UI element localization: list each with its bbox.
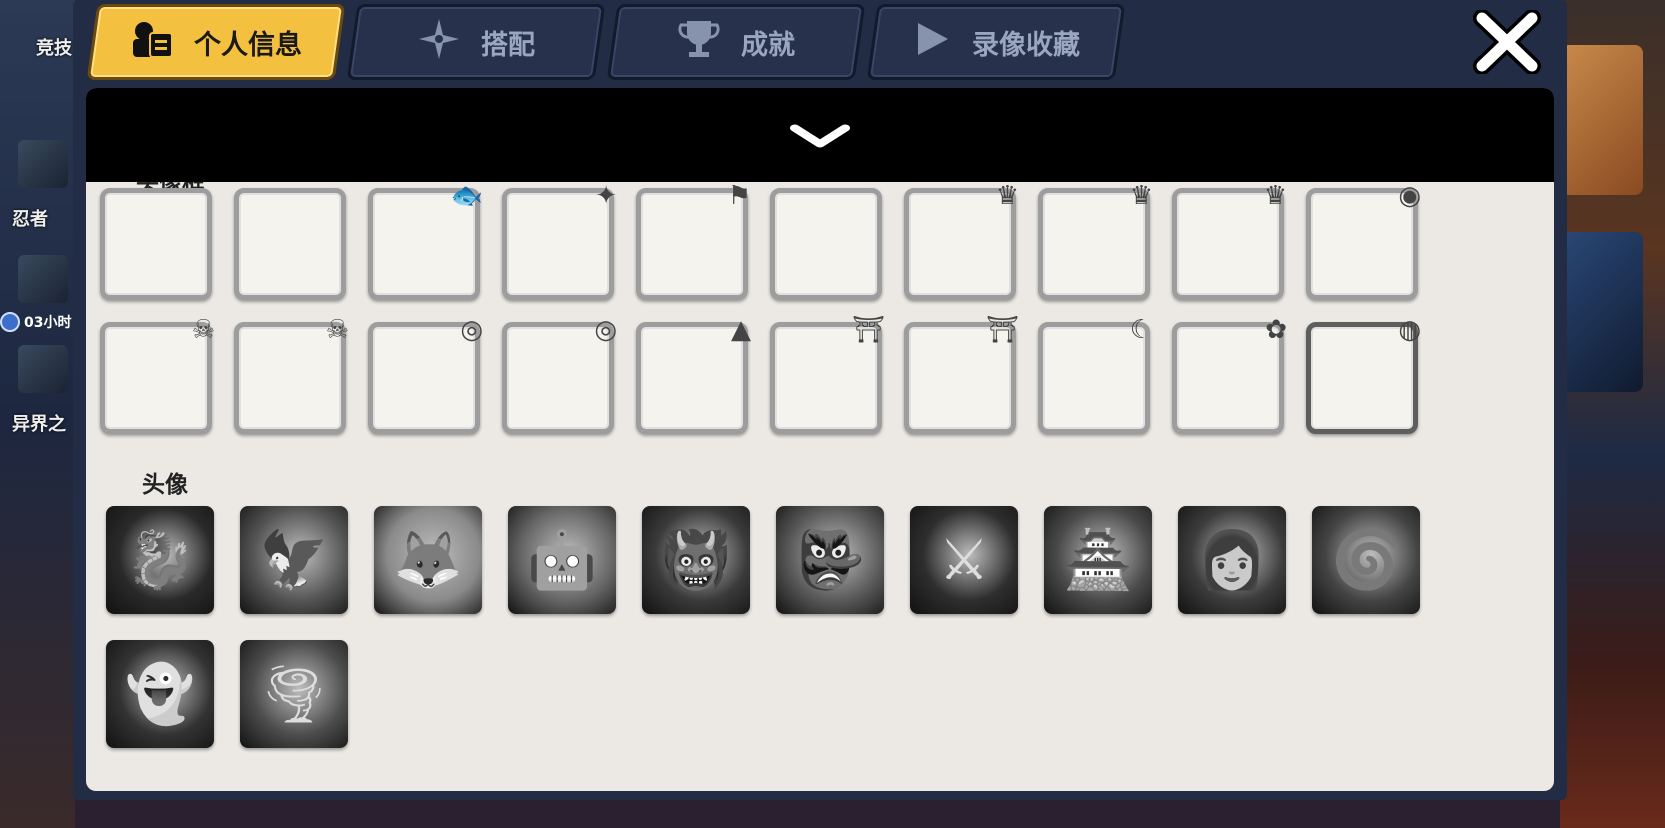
- avatar-item[interactable]: 👺: [776, 506, 884, 614]
- chevron-down-icon: [786, 110, 853, 161]
- avatar-frame-item[interactable]: [770, 188, 882, 300]
- avatar-frame-item[interactable]: ☾: [1038, 317, 1153, 434]
- avatar-item[interactable]: 🌀: [1312, 506, 1420, 614]
- avatar-item[interactable]: 🏯: [1044, 506, 1152, 614]
- avatar-frame-item[interactable]: ◎: [368, 317, 483, 434]
- shuriken-icon: [417, 17, 461, 67]
- collapse-bar[interactable]: [86, 88, 1554, 182]
- crown-wings-icon: ♛: [1129, 181, 1153, 211]
- avatar-item[interactable]: 🦊: [374, 506, 482, 614]
- avatar-frame-item[interactable]: ♛: [1172, 183, 1287, 300]
- spirit-icon: 👻: [125, 662, 195, 727]
- eagle-icon: 🦅: [259, 528, 329, 593]
- avatar-frame-item[interactable]: ♛: [904, 183, 1019, 300]
- tab-background: [606, 4, 866, 80]
- avatar-frame-item[interactable]: ☠: [100, 317, 215, 434]
- avatar-frame-item[interactable]: ⚑: [636, 183, 751, 300]
- avatar-item[interactable]: 🌪: [240, 640, 348, 748]
- avatar-item[interactable]: 👹: [642, 506, 750, 614]
- clock-icon: [0, 312, 20, 332]
- person-icon: [130, 19, 174, 65]
- avatar-item[interactable]: 👩: [1178, 506, 1286, 614]
- ninja-girl-icon: 👩: [1197, 528, 1267, 593]
- crown-icon: ♛: [995, 181, 1019, 211]
- shadow-swirl-icon: 🌀: [1331, 528, 1401, 593]
- avatar-item[interactable]: 👻: [106, 640, 214, 748]
- avatar-frame-item[interactable]: ▲: [636, 317, 751, 434]
- tab-label: 成就: [741, 29, 795, 61]
- skull-claw-icon: ☠: [191, 315, 215, 345]
- tab-achievements[interactable]: 成就: [606, 4, 866, 80]
- pumpkin-lollipop-icon: ◍: [1398, 315, 1421, 345]
- avatar-item[interactable]: 🐉: [106, 506, 214, 614]
- dragon-icon: 🐉: [125, 528, 195, 593]
- pagoda-icon: ⛩: [985, 315, 1019, 345]
- tomoe-sign-icon: ◎: [460, 315, 483, 345]
- bg-timer: 03小时: [0, 312, 71, 332]
- tab-replays[interactable]: 录像收藏: [866, 4, 1126, 80]
- tab-label: 录像收藏: [972, 29, 1080, 61]
- avatar-frame-item[interactable]: ✦: [502, 183, 617, 300]
- crown-wings-icon: ♛: [1263, 181, 1287, 211]
- avatar-frame-item[interactable]: ◍: [1306, 317, 1421, 434]
- avatar-frame-item[interactable]: ◎: [502, 317, 617, 434]
- section-label-avatars: 头像: [142, 472, 188, 498]
- close-icon[interactable]: [1467, 6, 1547, 76]
- robot-icon: 🤖: [527, 528, 597, 593]
- bg-label-arena: 竞技: [36, 38, 72, 59]
- flag-icon: ⚑: [727, 181, 751, 211]
- moon-pagoda-icon: ☾: [1129, 315, 1153, 345]
- skull-icon: ☠: [325, 315, 349, 345]
- avatar-item[interactable]: 🦅: [240, 506, 348, 614]
- tab-label: 个人信息: [194, 29, 302, 61]
- avatar-item[interactable]: 🤖: [508, 506, 616, 614]
- avatar-frame-item[interactable]: ◉: [1306, 183, 1421, 300]
- pagoda-icon: ⛩: [851, 315, 885, 345]
- samurai-robot-icon: 🏯: [1063, 528, 1133, 593]
- fox-mask-icon: 🦊: [393, 528, 463, 593]
- eye-claw-icon: ◉: [1398, 181, 1421, 211]
- avatar-frame-item[interactable]: ⛩: [770, 317, 885, 434]
- play-icon: [912, 19, 952, 65]
- avatar-frame-item[interactable]: ⛩: [904, 317, 1019, 434]
- avatar-item[interactable]: ⚔: [910, 506, 1018, 614]
- bg-ninja-thumb: [18, 140, 68, 188]
- armored-demon-icon: 👺: [795, 528, 865, 593]
- spikes-icon: ▲: [731, 315, 751, 345]
- flower-icon: ✿: [1265, 315, 1287, 345]
- shuriken-flags-icon: ✦: [595, 181, 617, 211]
- shadow-beast-icon: 👹: [661, 528, 731, 593]
- bg-label-otherworld: 异界之: [12, 414, 66, 435]
- avatar-frame-item[interactable]: ♛: [1038, 183, 1153, 300]
- spirit-storm-icon: 🌪: [258, 662, 330, 727]
- bg-label-ninja: 忍者: [12, 209, 48, 230]
- avatar-frame-item[interactable]: ☠: [234, 317, 349, 434]
- bg-event-card: [1561, 45, 1643, 195]
- tab-label: 搭配: [481, 29, 535, 61]
- avatar-frame-item[interactable]: 🐟: [368, 183, 483, 300]
- warrior-icon: ⚔: [938, 527, 990, 593]
- avatar-frame-item[interactable]: [234, 188, 346, 300]
- avatar-frame-item[interactable]: ✿: [1172, 317, 1287, 434]
- trophy-icon: [677, 17, 721, 67]
- bg-world-thumb: [18, 345, 68, 393]
- fish-icon: 🐟: [450, 181, 483, 211]
- tab-background: [346, 4, 606, 80]
- avatar-frame-item[interactable]: [100, 188, 212, 300]
- content-area: 头像框 🐟 ✦ ⚑ ♛ ♛ ♛ ◉ ☠ ☠ ◎ ◎ ▲ ⛩ ⛩ ☾ ✿ ◍ 头像 🐉 🦅 🦊 🤖 👹 👺 ⚔ 🏯 👩 🌀 👻 🌪: [86, 88, 1554, 791]
- tab-personal-info[interactable]: 个人信息: [86, 4, 346, 80]
- tomoe-icon: ◎: [594, 315, 617, 345]
- bg-timer-text: 03小时: [24, 315, 72, 331]
- bg-creature-thumb: [18, 255, 68, 303]
- tab-loadout[interactable]: 搭配: [346, 4, 606, 80]
- tab-bar: 个人信息 搭配 成就 录像收藏: [86, 4, 1126, 82]
